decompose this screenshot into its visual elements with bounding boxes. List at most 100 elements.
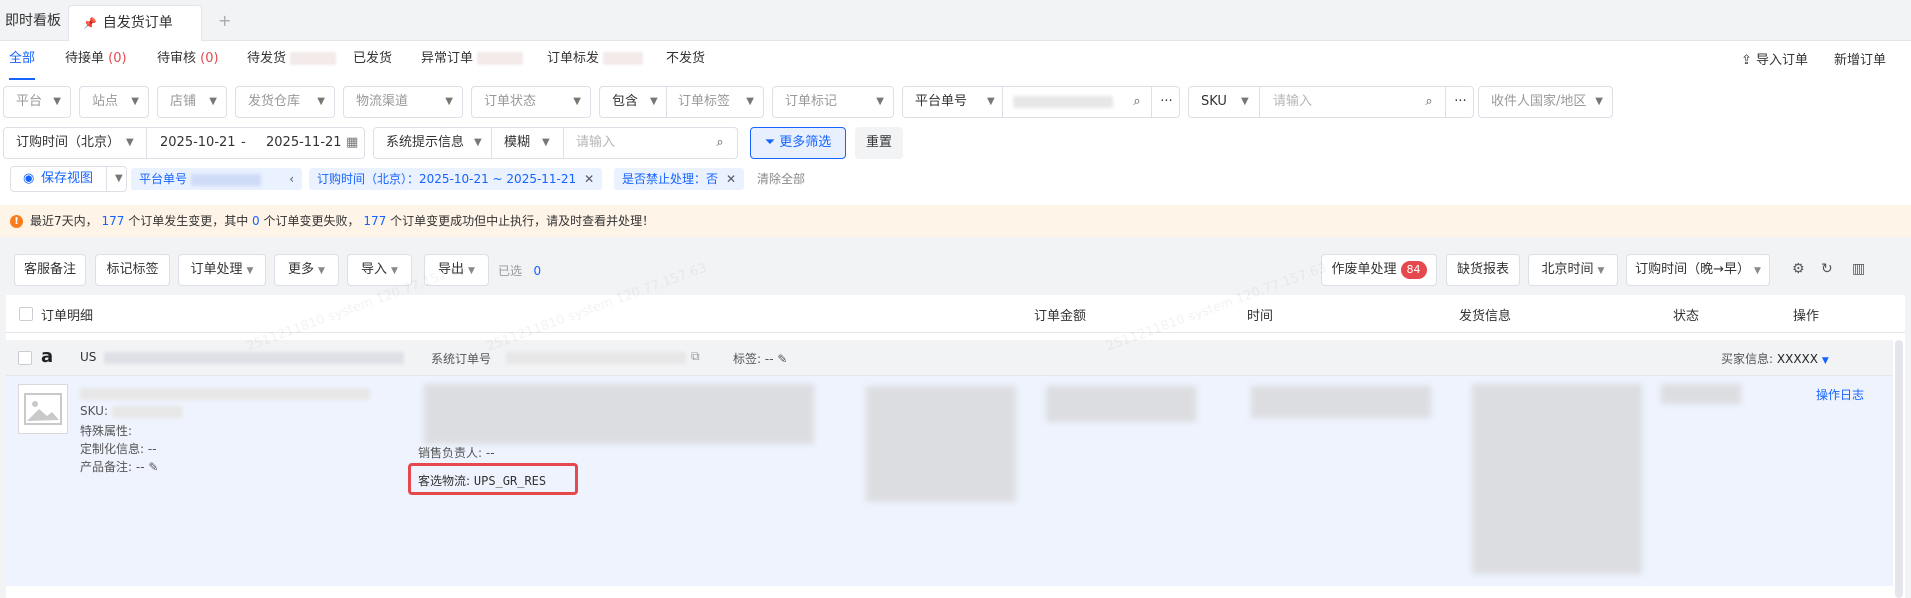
platform-order-input[interactable] — [1013, 87, 1113, 117]
chip-order-time[interactable]: 订购时间（北京）：2025-10-21 ~ 2025-11-21 ✕ — [309, 168, 603, 190]
platform-order-type-select[interactable]: 平台单号 — [915, 87, 967, 117]
chip-platform-order[interactable]: 平台单号 ‹ — [131, 168, 302, 190]
search-icon[interactable]: ⌕ — [706, 128, 734, 158]
site-select[interactable]: 站点 ▼ — [79, 86, 149, 118]
button-label: 订单处理 — [190, 262, 243, 277]
chevron-down-icon: ▼ — [131, 96, 139, 107]
settings-icon[interactable]: ⚙ — [1792, 261, 1805, 277]
warehouse-select[interactable]: 发货仓库 ▼ — [235, 86, 335, 118]
tab-abnormal[interactable]: 异常订单 — [421, 49, 524, 69]
sku-type-select[interactable]: SKU — [1201, 87, 1227, 117]
recipient-country-select[interactable]: 收件人国家/地区 ▼ — [1478, 86, 1613, 118]
void-process-button[interactable]: 作废单处理 84 — [1321, 254, 1437, 286]
order-status-select[interactable]: 订单状态 ▼ — [471, 86, 591, 118]
hint-input[interactable]: 请输入 — [576, 128, 615, 158]
sort-select[interactable]: 订购时间（晚→早） ▼ — [1626, 254, 1770, 286]
sku-search[interactable]: SKU ▼ 请输入 ⌕ ··· — [1188, 86, 1474, 118]
active-tab-indicator — [9, 78, 35, 80]
alert-count[interactable]: 177 — [101, 214, 124, 228]
more-button[interactable]: 更多 ▼ — [274, 254, 339, 286]
calendar-icon[interactable]: ▦ — [346, 128, 358, 158]
custom-info-label: 定制化信息: — [80, 442, 145, 456]
time-type-select[interactable]: 订购时间（北京） — [16, 128, 120, 158]
close-icon[interactable]: ✕ — [726, 172, 736, 186]
search-icon[interactable]: ⌕ — [1415, 87, 1443, 117]
sku-input[interactable]: 请输入 — [1273, 87, 1312, 117]
alert-text: 个订单变更失败， — [263, 214, 360, 228]
hint-type-select[interactable]: 系统提示信息 — [386, 128, 464, 158]
button-label: 作废单处理 — [1331, 262, 1397, 277]
save-view-button[interactable]: ◉ 保存视图 ▼ — [10, 166, 127, 192]
system-hint-filter[interactable]: 系统提示信息 ▼ 模糊 ▼ 请输入 ⌕ — [373, 127, 738, 159]
order-time-range[interactable]: 订购时间（北京） ▼ 2025-10-21 - 2025-11-21 ▦ — [3, 127, 365, 159]
vertical-scrollbar[interactable] — [1895, 340, 1903, 598]
chip-forbid-process[interactable]: 是否禁止处理：否 ✕ — [614, 168, 745, 190]
export-button[interactable]: 导出 ▼ — [424, 254, 489, 286]
shop-select[interactable]: 店铺 ▼ — [157, 86, 227, 118]
add-tab-button[interactable]: + — [218, 10, 231, 32]
contains-select[interactable]: 包含 — [612, 87, 638, 117]
chevron-down-icon[interactable]: ▼ — [106, 167, 123, 191]
logistics-select[interactable]: 物流渠道 ▼ — [343, 86, 463, 118]
upload-icon: ⇪ — [1741, 53, 1752, 68]
select-all-checkbox[interactable] — [19, 307, 33, 321]
more-filters-button[interactable]: ⏷ 更多筛选 — [750, 127, 846, 159]
button-label: 北京时间 — [1541, 262, 1594, 277]
alert-count[interactable]: 0 — [252, 214, 260, 228]
edit-icon[interactable]: ✎ — [777, 352, 787, 366]
order-process-button[interactable]: 订单处理 ▼ — [178, 254, 266, 286]
tab-order-mark[interactable]: 订单标发 — [547, 49, 644, 69]
mark-tag-button[interactable]: 标记标签 — [95, 254, 170, 286]
pref-logistics-label: 客选物流: — [418, 474, 471, 488]
tab-no-ship[interactable]: 不发货 — [666, 49, 705, 69]
operation-log-link[interactable]: 操作日志 — [1816, 386, 1864, 403]
layout-icon[interactable]: ▥ — [1852, 261, 1865, 277]
copy-icon[interactable]: ⧉ — [691, 349, 700, 364]
order-tag-filter[interactable]: 包含 ▼ 订单标签 ▼ — [599, 86, 764, 118]
tab-all[interactable]: 全部 — [9, 49, 35, 69]
match-mode-select[interactable]: 模糊 — [504, 128, 530, 158]
more-options-icon[interactable]: ··· — [1151, 87, 1181, 117]
date-start-input[interactable]: 2025-10-21 — [160, 128, 236, 158]
row-checkbox[interactable] — [18, 351, 32, 365]
import-button[interactable]: 导入 ▼ — [347, 254, 412, 286]
warning-icon: ! — [10, 215, 23, 228]
table-header: 订单明细 订单金额 时间 发货信息 状态 操作 — [6, 295, 1905, 333]
chip-label: 是否禁止处理：否 — [622, 172, 719, 186]
chevron-down-icon: ▼ — [1753, 266, 1761, 276]
order-mark-select[interactable]: 订单标记 ▼ — [772, 86, 894, 118]
clear-all-link[interactable]: 清除全部 — [757, 170, 805, 187]
close-icon[interactable]: ‹ — [289, 168, 294, 190]
tab-dashboard[interactable]: 即时看板 — [5, 10, 61, 32]
tab-label: 自发货订单 — [102, 15, 173, 31]
tab-pending-accept[interactable]: 待接单 (0) — [65, 49, 127, 69]
date-end-input[interactable]: 2025-11-21 — [266, 128, 342, 158]
alert-count[interactable]: 177 — [363, 214, 386, 228]
tag-value: -- — [764, 352, 774, 366]
close-icon[interactable]: ✕ — [584, 172, 594, 186]
new-order-button[interactable]: 新增订单 — [1834, 49, 1886, 68]
redacted-time — [1251, 386, 1431, 418]
search-icon[interactable]: ⌕ — [1123, 87, 1151, 117]
buyer-info[interactable]: 买家信息: XXXXX ▼ — [1721, 350, 1829, 367]
refresh-icon[interactable]: ↻ — [1821, 261, 1833, 277]
platform-select[interactable]: 平台 ▼ — [3, 86, 71, 118]
col-order-amount: 订单金额 — [1034, 309, 1087, 324]
tab-pending-ship[interactable]: 待发货 — [247, 49, 337, 69]
tab-self-ship-orders[interactable]: 📌 自发货订单 — [68, 5, 202, 41]
order-tag-select[interactable]: 订单标签 — [678, 87, 730, 117]
chevron-down-icon: ▼ — [391, 266, 398, 276]
edit-icon[interactable]: ✎ — [148, 460, 158, 474]
import-orders-button[interactable]: ⇪ 导入订单 — [1741, 49, 1808, 68]
cs-note-button[interactable]: 客服备注 — [14, 254, 86, 286]
platform-order-search[interactable]: 平台单号 ▼ ⌕ ··· — [902, 86, 1180, 118]
shortage-report-button[interactable]: 缺货报表 — [1446, 254, 1520, 286]
more-options-icon[interactable]: ··· — [1445, 87, 1475, 117]
custom-info: 定制化信息: -- — [80, 440, 157, 457]
reset-button[interactable]: 重置 — [855, 127, 903, 159]
timezone-select[interactable]: 北京时间 ▼ — [1528, 254, 1618, 286]
tab-shipped[interactable]: 已发货 — [353, 49, 392, 69]
tab-pending-review[interactable]: 待审核 (0) — [157, 49, 219, 69]
redacted-count — [477, 52, 524, 65]
redacted-status — [1661, 384, 1741, 404]
